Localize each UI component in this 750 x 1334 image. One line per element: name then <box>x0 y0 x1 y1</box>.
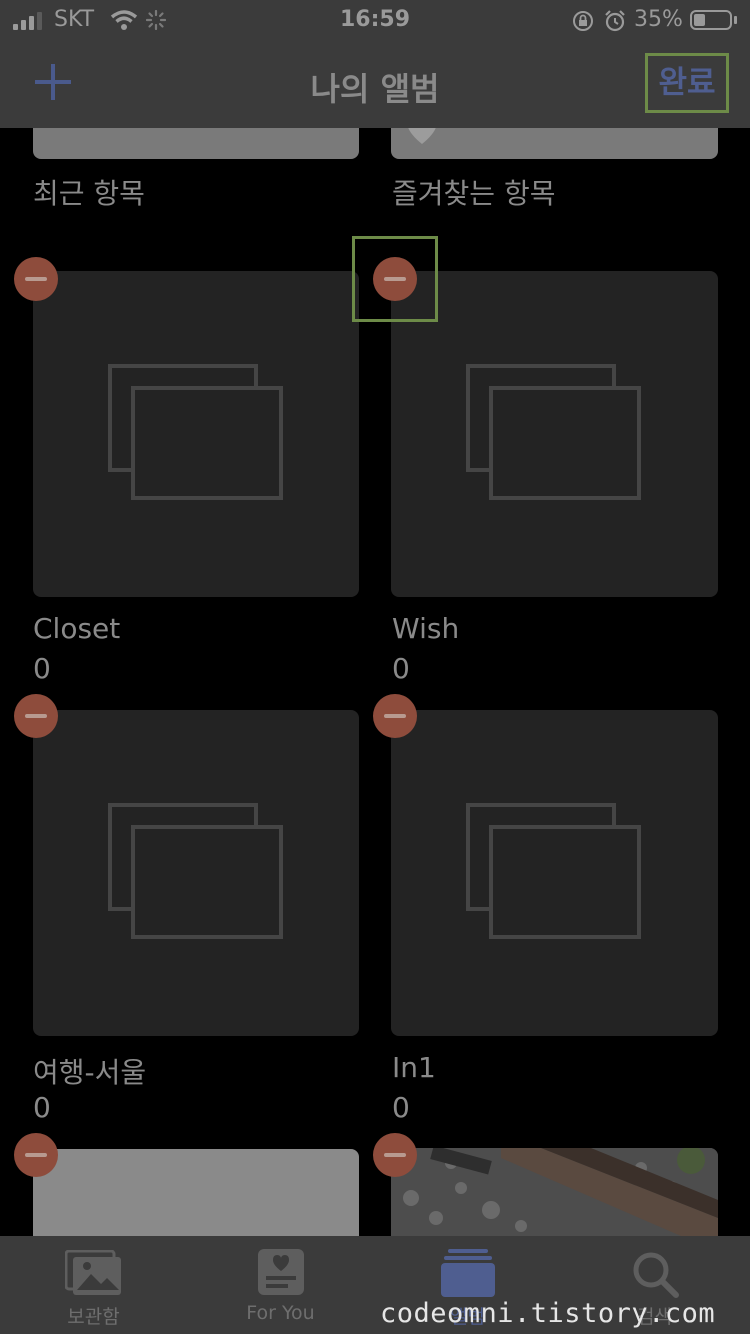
search-icon <box>633 1252 679 1298</box>
activity-icon <box>146 10 166 30</box>
album-in1-count: 0 <box>392 1091 410 1124</box>
album-wish-count: 0 <box>392 652 410 685</box>
status-bar: SKT 16:59 35% <box>0 0 750 40</box>
page-title: 나의 앨범 <box>310 70 440 108</box>
album-closet-name: Closet <box>33 612 121 645</box>
battery-nub <box>734 16 737 24</box>
album-in1-name: In1 <box>392 1051 436 1084</box>
done-button[interactable]: 완료 <box>645 53 729 113</box>
delete-album-partial-button[interactable] <box>14 1133 58 1177</box>
tab-library-label: 보관함 <box>67 1306 120 1328</box>
album-in1-thumb[interactable] <box>391 710 718 1036</box>
signal-icon <box>13 12 49 30</box>
for-you-icon <box>258 1249 304 1295</box>
delete-album-photo-button[interactable] <box>373 1133 417 1177</box>
album-wish-name: Wish <box>392 612 460 645</box>
album-placeholder-icon <box>108 364 283 504</box>
battery-icon <box>690 10 732 30</box>
album-placeholder-icon <box>108 803 283 943</box>
album-favorites-name: 즐겨찾는 항목 <box>392 177 556 210</box>
highlight-box <box>352 236 438 322</box>
album-travel-seoul-thumb[interactable] <box>33 710 359 1036</box>
albums-icon <box>441 1249 495 1297</box>
album-placeholder-icon <box>466 364 641 504</box>
tab-for-you-label: For You <box>246 1302 315 1324</box>
delete-album-travel-seoul-button[interactable] <box>14 694 58 738</box>
album-closet-thumb[interactable] <box>33 271 359 597</box>
album-recents-name: 최근 항목 <box>33 177 145 210</box>
photos-icon <box>65 1250 121 1295</box>
tab-for-you[interactable]: For You <box>187 1236 374 1334</box>
album-placeholder-icon <box>466 803 641 943</box>
album-closet-count: 0 <box>33 652 51 685</box>
album-travel-seoul-count: 0 <box>33 1091 51 1124</box>
album-partial-thumb[interactable] <box>33 1149 359 1236</box>
delete-album-closet-button[interactable] <box>14 257 58 301</box>
orientation-lock-icon <box>573 11 593 31</box>
carrier-label: SKT <box>54 7 95 32</box>
tab-library[interactable]: 보관함 <box>0 1236 187 1334</box>
album-travel-seoul-name: 여행-서울 <box>33 1056 147 1089</box>
alarm-icon <box>605 10 625 32</box>
album-wish-thumb[interactable] <box>391 271 718 597</box>
delete-album-in1-button[interactable] <box>373 694 417 738</box>
wifi-icon <box>110 10 138 30</box>
album-photo-thumb[interactable] <box>391 1148 718 1236</box>
rail-track-image <box>391 1148 718 1236</box>
time-label: 16:59 <box>340 7 411 32</box>
watermark-text: codeomni.tistory.com <box>380 1298 716 1329</box>
battery-percent: 35% <box>634 7 683 32</box>
